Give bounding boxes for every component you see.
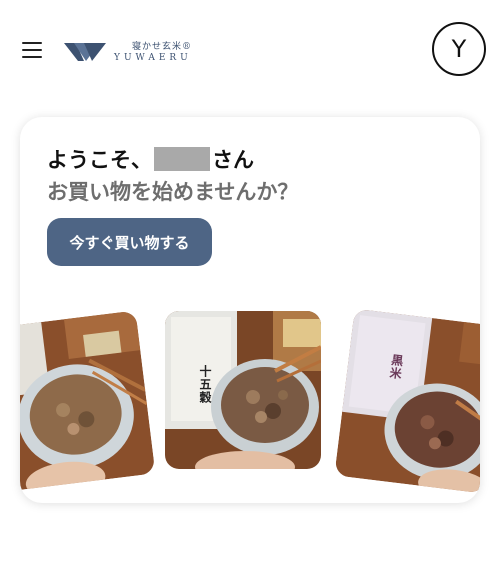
welcome-heading: ようこそ、 さん <box>47 144 254 174</box>
shop-now-button[interactable]: 今すぐ買い物する <box>47 218 212 266</box>
welcome-card: ようこそ、 さん お買い物を始めませんか？ 今すぐ買い物する 十五穀 黒米 <box>20 117 480 503</box>
brand-logo[interactable]: 寝かせ玄米® YUWAERU <box>62 37 212 67</box>
greeting-prefix: ようこそ、 <box>47 148 152 172</box>
product-photo <box>20 310 156 492</box>
product-photo <box>334 308 480 494</box>
product-label-center: 十五穀 <box>198 365 212 404</box>
menu-line <box>22 42 42 45</box>
redacted-username <box>154 147 210 171</box>
product-photo <box>165 311 321 469</box>
product-card-left[interactable] <box>20 310 156 492</box>
menu-line <box>22 49 42 52</box>
top-bar: 寝かせ玄米® YUWAERU Y <box>0 0 500 100</box>
yuwaeru-logo-icon <box>64 43 106 61</box>
greeting-suffix: さん <box>212 148 254 172</box>
logo-text-jp: 寝かせ玄米® <box>132 42 193 52</box>
product-label-right: 黒米 <box>387 353 405 381</box>
logo-text-en: YUWAERU <box>114 53 192 63</box>
hamburger-menu-icon[interactable] <box>22 41 42 59</box>
user-avatar[interactable]: Y <box>432 22 486 76</box>
product-card-right[interactable]: 黒米 <box>334 308 480 494</box>
menu-line <box>22 56 42 59</box>
welcome-subtitle: お買い物を始めませんか？ <box>47 180 299 204</box>
avatar-initial: Y <box>451 35 467 63</box>
product-card-center[interactable]: 十五穀 <box>165 311 321 469</box>
